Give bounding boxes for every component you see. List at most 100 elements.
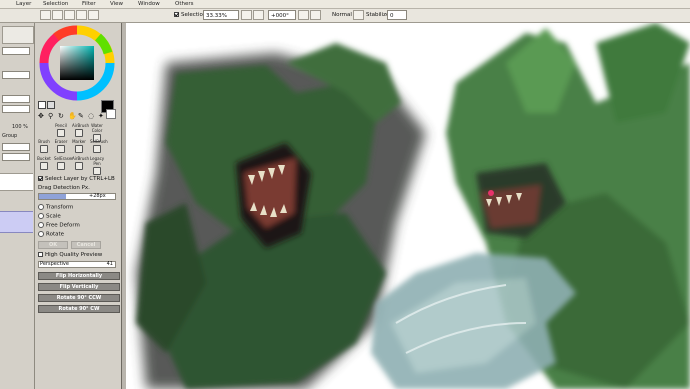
airbrush-icon — [75, 162, 83, 170]
tool-label: AirBrush — [72, 156, 90, 161]
tool-label: SelEraser — [54, 156, 73, 161]
menu-layer[interactable]: Layer — [16, 0, 31, 8]
magic-wand-icon[interactable]: ✦ — [98, 112, 104, 120]
tool-bucket[interactable]: Bucket — [37, 156, 51, 174]
layer-row[interactable] — [0, 173, 33, 191]
cancel-button[interactable]: Cancel — [71, 241, 101, 249]
move-icon[interactable]: ✥ — [38, 112, 44, 120]
mode-transform[interactable]: Transform — [38, 204, 73, 211]
zoom-field[interactable]: 33.33% — [203, 10, 239, 20]
deselect-button[interactable] — [40, 10, 51, 20]
tool-marker[interactable]: Marker — [72, 139, 86, 157]
hand-icon[interactable]: ✋ — [68, 112, 77, 120]
tool-eraser[interactable]: Eraser — [54, 139, 68, 157]
invert-selection-button[interactable] — [52, 10, 63, 20]
toolbar: Selection 33.33% +000° Normal Stabilizer… — [0, 9, 690, 23]
tool-label: AirBrush — [72, 123, 90, 128]
opacity-value: 100 % — [12, 124, 28, 130]
color-wheel-icon[interactable] — [38, 25, 118, 101]
tool-label: Legacy Pen — [90, 156, 105, 166]
tool-seleraser[interactable]: SelEraser — [54, 156, 73, 174]
high-quality-option[interactable]: High Quality Preview — [38, 252, 102, 258]
tool-label: Eraser — [54, 139, 68, 144]
navigator-thumbnail[interactable] — [2, 26, 34, 44]
selection-toggle[interactable]: Selection — [174, 10, 206, 20]
marker-icon — [75, 145, 83, 153]
radio-icon — [38, 231, 44, 237]
tool-legacy-pen[interactable]: Legacy Pen — [90, 156, 105, 175]
tool-label: SelBrush — [90, 139, 108, 144]
zoom-out-button[interactable] — [241, 10, 252, 20]
rotate-right-button[interactable] — [310, 10, 321, 20]
mode-label: Free Deform — [46, 222, 80, 229]
layer-row-selected[interactable] — [0, 211, 33, 233]
bucket-icon — [40, 162, 48, 170]
flip-view-button[interactable] — [353, 10, 364, 20]
drag-detection-label: Drag Detection Px. — [38, 185, 90, 191]
checkbox-icon — [38, 176, 43, 181]
rotation-field[interactable]: +000° — [268, 10, 296, 20]
menu-selection[interactable]: Selection — [43, 0, 68, 8]
mode-rotate[interactable]: Rotate — [38, 231, 64, 238]
rotate-icon[interactable]: ↻ — [58, 112, 64, 120]
rotate-ccw-button[interactable]: Rotate 90° CCW — [38, 294, 120, 302]
select-layer-option[interactable]: Select Layer by CTRL+LB — [38, 176, 115, 182]
group-label: Group — [2, 133, 18, 139]
tool-label: Bucket — [37, 156, 51, 161]
show-selection-button[interactable] — [88, 10, 99, 20]
perspective-label: Perspective — [40, 261, 69, 267]
stabilizer-select[interactable]: 0 — [387, 10, 407, 20]
menu-bar: Layer Selection Filter View Window Other… — [0, 0, 690, 9]
rotate-left-button[interactable] — [298, 10, 309, 20]
tool-label: Brush — [38, 139, 50, 144]
legacy-pen-icon — [93, 167, 101, 175]
tool-airbrush-2[interactable]: AirBrush — [72, 156, 90, 174]
checkbox-icon — [38, 252, 43, 257]
color-slider-icon[interactable] — [47, 101, 55, 109]
lasso-icon[interactable]: ◌ — [88, 112, 94, 120]
flip-horizontally-button[interactable]: Flip Horizontally — [38, 272, 120, 280]
color-mode-icon[interactable] — [38, 101, 46, 109]
drag-detection-slider[interactable]: +28px — [38, 193, 116, 200]
eyedropper-icon[interactable]: ✎ — [78, 112, 84, 120]
mode-label: Rotate — [46, 231, 65, 238]
perspective-slider[interactable]: Perspective 41 — [38, 261, 116, 268]
artwork-illustration — [136, 23, 690, 389]
zoom-icon[interactable]: ⚲ — [48, 112, 53, 120]
layer-mode-field[interactable] — [2, 95, 30, 103]
seleraser-icon — [57, 162, 65, 170]
layer-selection-source-field[interactable] — [2, 153, 30, 161]
mode-label: Scale — [46, 213, 61, 220]
mode-free-deform[interactable]: Free Deform — [38, 222, 80, 229]
canvas[interactable] — [126, 23, 690, 389]
menu-others[interactable]: Others — [175, 0, 193, 8]
navigator-rotation-field[interactable] — [2, 71, 30, 79]
select-layer-label: Select Layer by CTRL+LB — [45, 176, 115, 182]
rotate-cw-button[interactable]: Rotate 90° CW — [38, 305, 120, 313]
eraser-icon — [57, 145, 65, 153]
mode-label: Transform — [46, 204, 74, 211]
navigator-zoom-field[interactable] — [2, 47, 30, 55]
menu-view[interactable]: View — [110, 0, 123, 8]
layer-protect-field[interactable] — [2, 105, 30, 113]
menu-filter[interactable]: Filter — [82, 0, 96, 8]
ok-button[interactable]: OK — [38, 241, 68, 249]
flip-vertically-button[interactable]: Flip Vertically — [38, 283, 120, 291]
radio-icon — [38, 204, 44, 210]
drag-detection-value: +28px — [89, 193, 106, 199]
menu-window[interactable]: Window — [138, 0, 160, 8]
tool-selbrush[interactable]: SelBrush — [90, 139, 108, 157]
blend-mode-label[interactable]: Normal — [332, 10, 352, 20]
tool-brush[interactable]: Brush — [37, 139, 51, 157]
tool-panel: ✥ ⚲ ↻ ✋ ✎ ◌ ✦ Pencil AirBrush Water Colo… — [35, 23, 122, 389]
zoom-in-button[interactable] — [253, 10, 264, 20]
fill-button[interactable] — [76, 10, 87, 20]
perspective-value: 41 — [106, 261, 113, 267]
clear-button[interactable] — [64, 10, 75, 20]
layer-clip-field[interactable] — [2, 143, 30, 151]
airbrush-icon — [75, 129, 83, 137]
slider-fill — [39, 194, 67, 199]
mode-scale[interactable]: Scale — [38, 213, 61, 220]
selbrush-icon — [93, 145, 101, 153]
layer-panel-strip: 100 % Group — [0, 23, 35, 389]
